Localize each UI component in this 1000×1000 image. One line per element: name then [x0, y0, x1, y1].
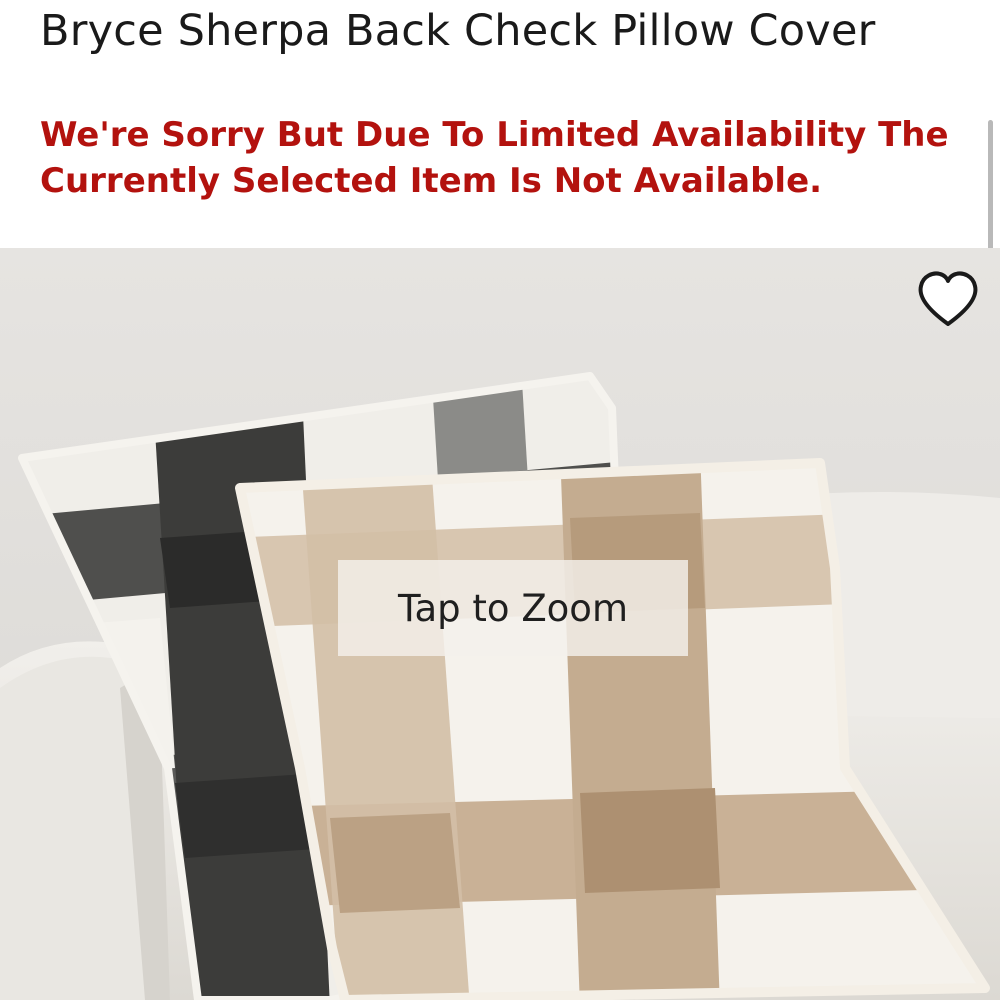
product-title: Bryce Sherpa Back Check Pillow Cover	[40, 6, 876, 56]
availability-notice: We're Sorry But Due To Limited Availabil…	[40, 115, 949, 201]
tap-to-zoom-button[interactable]: Tap to Zoom	[338, 560, 688, 656]
wishlist-button[interactable]	[913, 268, 983, 330]
heart-outline-icon	[918, 271, 978, 326]
zoom-label: Tap to Zoom	[398, 586, 628, 630]
